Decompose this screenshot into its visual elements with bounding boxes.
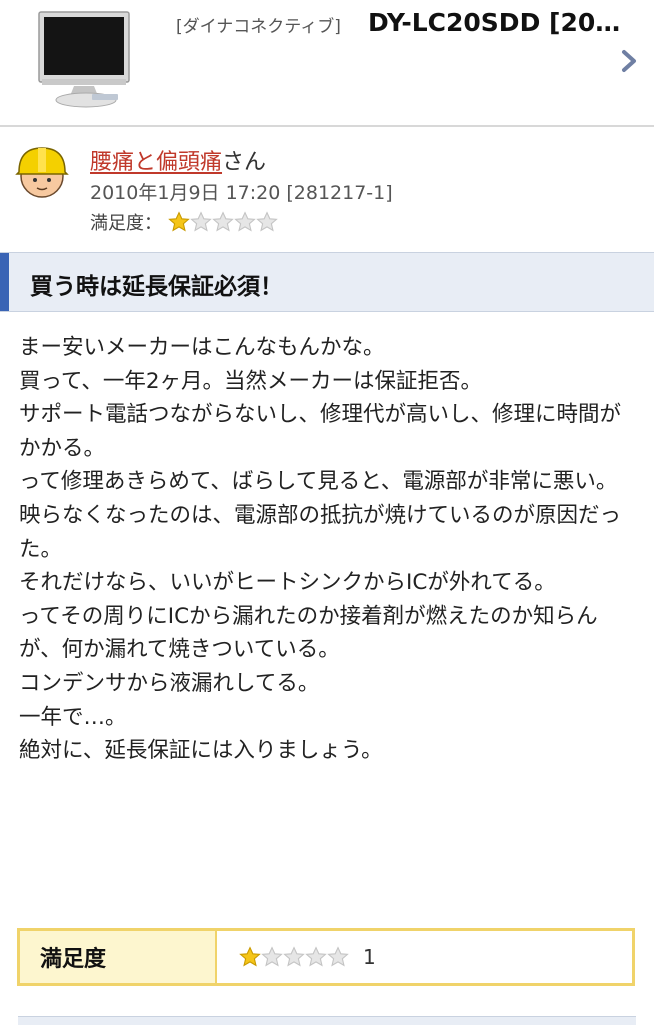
star-empty-icon (261, 946, 283, 967)
satisfaction-table: 満足度 1 (17, 928, 635, 986)
tv-product-image[interactable] (36, 8, 136, 114)
product-header[interactable]: [ダイナコネクティブ] DY-LC20SDD [20… (0, 0, 654, 124)
review-title-bar: 買う時は延長保証必須！ (0, 252, 654, 312)
satisfaction-table-label-cell: 満足度 (20, 931, 217, 983)
satisfaction-score: 1 (363, 945, 376, 969)
reviewer-honorific: さん (222, 150, 267, 175)
star-empty-icon (212, 211, 234, 232)
star-empty-icon (234, 211, 256, 232)
avatar[interactable] (12, 142, 72, 202)
review-title: 買う時は延長保証必須！ (30, 274, 283, 300)
review-body: まー安いメーカーはこんなもんかな。 買って、一年2ヶ月。当然メーカーは保証拒否。… (19, 335, 622, 764)
star-empty-icon (283, 946, 305, 967)
product-name[interactable]: DY-LC20SDD [20… (368, 8, 624, 37)
star-filled-icon (168, 211, 190, 232)
reviewer-link[interactable]: 腰痛と偏頭痛 (90, 150, 222, 175)
star-empty-icon (190, 211, 212, 232)
rating-stars (239, 946, 349, 968)
satisfaction-label: 満足度： (90, 213, 162, 234)
star-filled-icon (239, 946, 261, 967)
star-empty-icon (256, 211, 278, 232)
reviewer-name: 腰痛と偏頭痛さん (90, 144, 266, 176)
divider (0, 125, 654, 127)
star-empty-icon (305, 946, 327, 967)
satisfaction-table-value-cell: 1 (217, 931, 632, 983)
satisfaction-row: 満足度： (90, 209, 278, 235)
review-date: 2010年1月9日 17:20 [281217-1] (90, 182, 393, 204)
satisfaction-table-label: 満足度 (40, 947, 107, 972)
star-empty-icon (327, 946, 349, 967)
rating-stars (168, 211, 278, 233)
product-maker: [ダイナコネクティブ] (176, 17, 341, 37)
title-accent-bar (0, 253, 9, 311)
chevron-right-icon[interactable] (616, 46, 642, 76)
